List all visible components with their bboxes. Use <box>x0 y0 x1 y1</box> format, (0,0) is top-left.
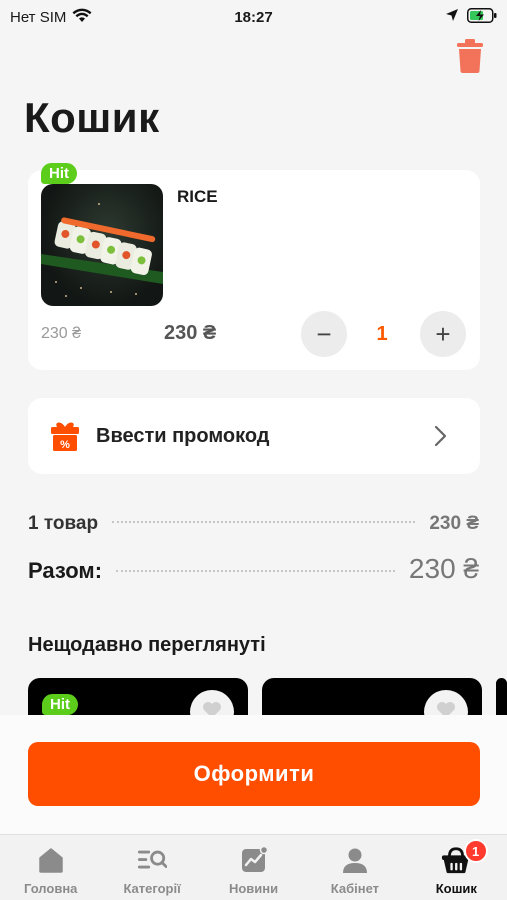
page-title: Кошик <box>24 94 160 141</box>
items-total-value: 230 ₴ <box>429 513 479 534</box>
tab-label: Головна <box>23 881 78 896</box>
gift-icon: % <box>50 420 80 452</box>
news-icon <box>239 845 269 875</box>
tab-cart[interactable]: Кошик 1 <box>406 835 507 900</box>
chevron-right-icon <box>434 425 448 447</box>
cart-count-badge: 1 <box>463 839 488 863</box>
price: 230 ₴ <box>164 322 217 344</box>
dotted-leader <box>116 570 395 572</box>
status-bar: Нет SIM 18:27 <box>0 0 507 34</box>
promo-label: Ввести промокод <box>96 424 270 447</box>
tab-label: Новини <box>228 881 279 896</box>
cart-item-card: Hit RICE 230 ₴ 230 ₴ − 1 + <box>28 163 480 370</box>
tab-home[interactable]: Головна <box>0 835 101 900</box>
carrier-label: Нет SIM <box>10 8 67 26</box>
tab-news[interactable]: Новини <box>203 835 304 900</box>
categories-icon <box>137 845 168 875</box>
increment-button[interactable]: + <box>420 311 466 357</box>
location-arrow-icon <box>445 8 459 26</box>
checkout-button[interactable]: Оформити <box>28 742 480 806</box>
product-name[interactable]: RICE <box>177 187 218 207</box>
svg-text:%: % <box>60 439 70 451</box>
total-label: Разом: <box>28 558 103 583</box>
total-value: 230 ₴ <box>408 553 479 584</box>
clear-cart-button[interactable] <box>453 38 487 78</box>
plus-icon: + <box>435 318 451 349</box>
home-icon <box>36 845 66 875</box>
profile-icon <box>340 845 370 875</box>
tab-label: Категорії <box>123 881 181 896</box>
status-right <box>445 7 497 27</box>
items-summary-row: 1 товар 230 ₴ <box>28 513 479 535</box>
status-left: Нет SIM <box>10 8 92 27</box>
hit-badge: Hit <box>41 163 77 184</box>
quantity-value: 1 <box>376 323 388 345</box>
tab-categories[interactable]: Категорії <box>101 835 202 900</box>
tab-bar: Головна Категорії Новини Кабінет Кошик 1 <box>0 834 507 900</box>
dotted-leader <box>112 521 416 523</box>
hit-badge: Hit <box>42 694 78 715</box>
old-price: 230 ₴ <box>41 325 82 342</box>
battery-charging-icon <box>467 7 497 27</box>
total-summary-row: Разом: 230 ₴ <box>28 553 479 585</box>
trash-icon <box>457 38 483 78</box>
minus-icon: − <box>316 318 332 349</box>
tab-label: Кошик <box>435 881 477 896</box>
items-count-label: 1 товар <box>28 513 99 534</box>
decrement-button[interactable]: − <box>301 311 347 357</box>
product-image[interactable] <box>41 184 163 306</box>
promo-code-button[interactable]: % Ввести промокод <box>28 398 480 474</box>
recently-viewed-title: Нещодавно переглянуті <box>28 634 266 656</box>
wifi-icon <box>72 8 92 27</box>
tab-label: Кабінет <box>330 881 380 896</box>
tab-profile[interactable]: Кабінет <box>304 835 405 900</box>
